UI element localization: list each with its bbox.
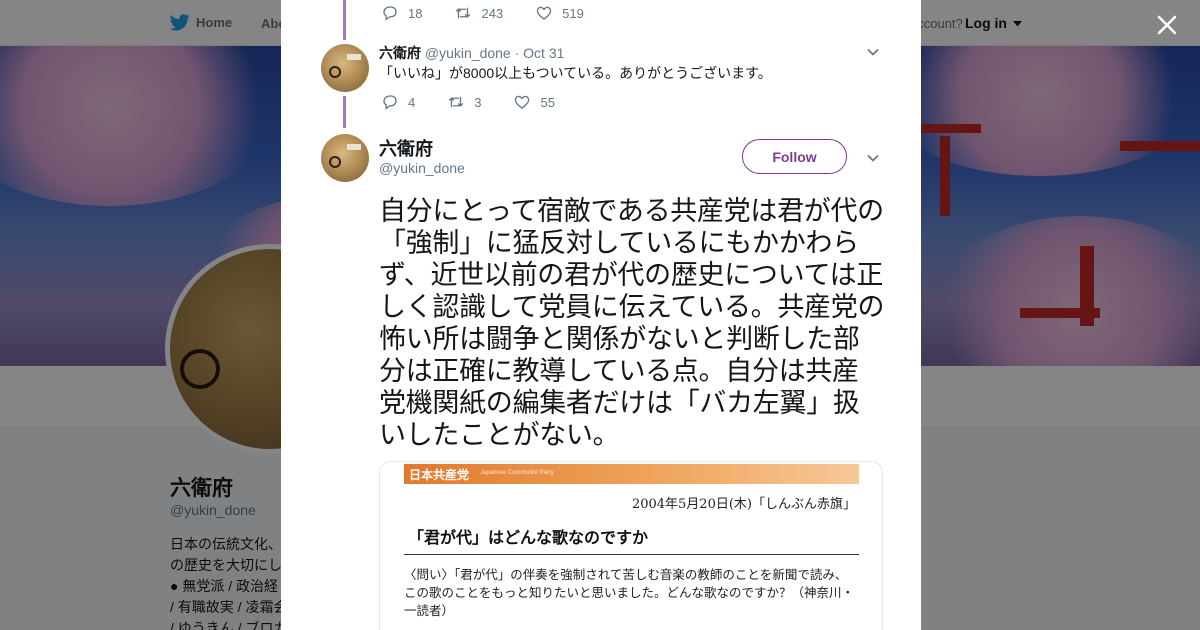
retweet-count: 243: [481, 5, 504, 21]
document-org-name: 日本共産党: [409, 468, 470, 482]
thread-line: [343, 96, 346, 128]
like-action[interactable]: 55: [513, 93, 555, 111]
retweet-icon: [449, 96, 464, 108]
retweet-count: 3: [474, 94, 482, 110]
reply-separator: ·: [514, 45, 520, 61]
like-icon: [536, 6, 552, 20]
reply-avatar[interactable]: [321, 44, 369, 92]
previous-tweet-actions: 18 243 519: [381, 4, 616, 22]
retweet-icon: [456, 7, 471, 19]
document-org-name-en: Japanese Communist Party: [480, 470, 554, 476]
reply-date[interactable]: Oct 31: [523, 45, 564, 61]
like-action[interactable]: 519: [535, 4, 584, 22]
like-icon: [515, 95, 530, 109]
main-tweet-avatar[interactable]: [321, 134, 369, 182]
main-tweet-author-name[interactable]: 六衛府: [379, 135, 433, 161]
reply-count: 4: [408, 94, 416, 110]
reply-author-handle[interactable]: @yukin_done: [425, 45, 511, 61]
tweet-modal: 18 243 519 六衛府 @yukin_done · Oct 31 「いいね…: [281, 0, 921, 630]
reply-tweet-actions: 4 3 55: [381, 93, 587, 111]
document-date-line: 2004年5月20日(木)「しんぶん赤旗」: [631, 497, 856, 512]
reply-action[interactable]: 4: [381, 93, 415, 111]
chevron-down-icon[interactable]: [866, 151, 880, 165]
main-tweet-text: 自分にとって宿敵である共産党は君が代の「強制」に猛反対しているにもかかわらず、近…: [379, 196, 885, 451]
reply-text: 「いいね」が8000以上もついている。ありがとうございます。: [379, 65, 772, 81]
reply-count: 18: [408, 5, 423, 21]
close-icon[interactable]: [1152, 10, 1182, 40]
retweet-action[interactable]: 243: [454, 4, 503, 22]
like-count: 55: [540, 94, 555, 110]
chevron-down-icon[interactable]: [866, 45, 880, 59]
retweet-action[interactable]: 3: [447, 93, 481, 111]
follow-button[interactable]: Follow: [742, 139, 847, 174]
document-title: 「君が代」はどんな歌なのですか: [408, 528, 649, 547]
main-tweet-author-handle[interactable]: @yukin_done: [379, 160, 465, 176]
reply-author-name[interactable]: 六衛府: [379, 45, 421, 61]
like-count: 519: [562, 5, 584, 21]
reply-icon: [383, 6, 397, 21]
tweet-media-image[interactable]: 日本共産党 Japanese Communist Party 2004年5月20…: [379, 461, 883, 630]
reply-action[interactable]: 18: [381, 4, 422, 22]
document-divider: [404, 554, 859, 555]
reply-header: 六衛府 @yukin_done · Oct 31: [379, 43, 564, 63]
reply-icon: [383, 95, 397, 110]
thread-line: [343, 0, 346, 40]
document-header-bar: 日本共産党 Japanese Communist Party: [404, 464, 859, 484]
document-question: 〈問い〉「君が代」の伴奏を強制されて苦しむ音楽の教師のことを新聞で読み、この歌の…: [404, 567, 855, 618]
